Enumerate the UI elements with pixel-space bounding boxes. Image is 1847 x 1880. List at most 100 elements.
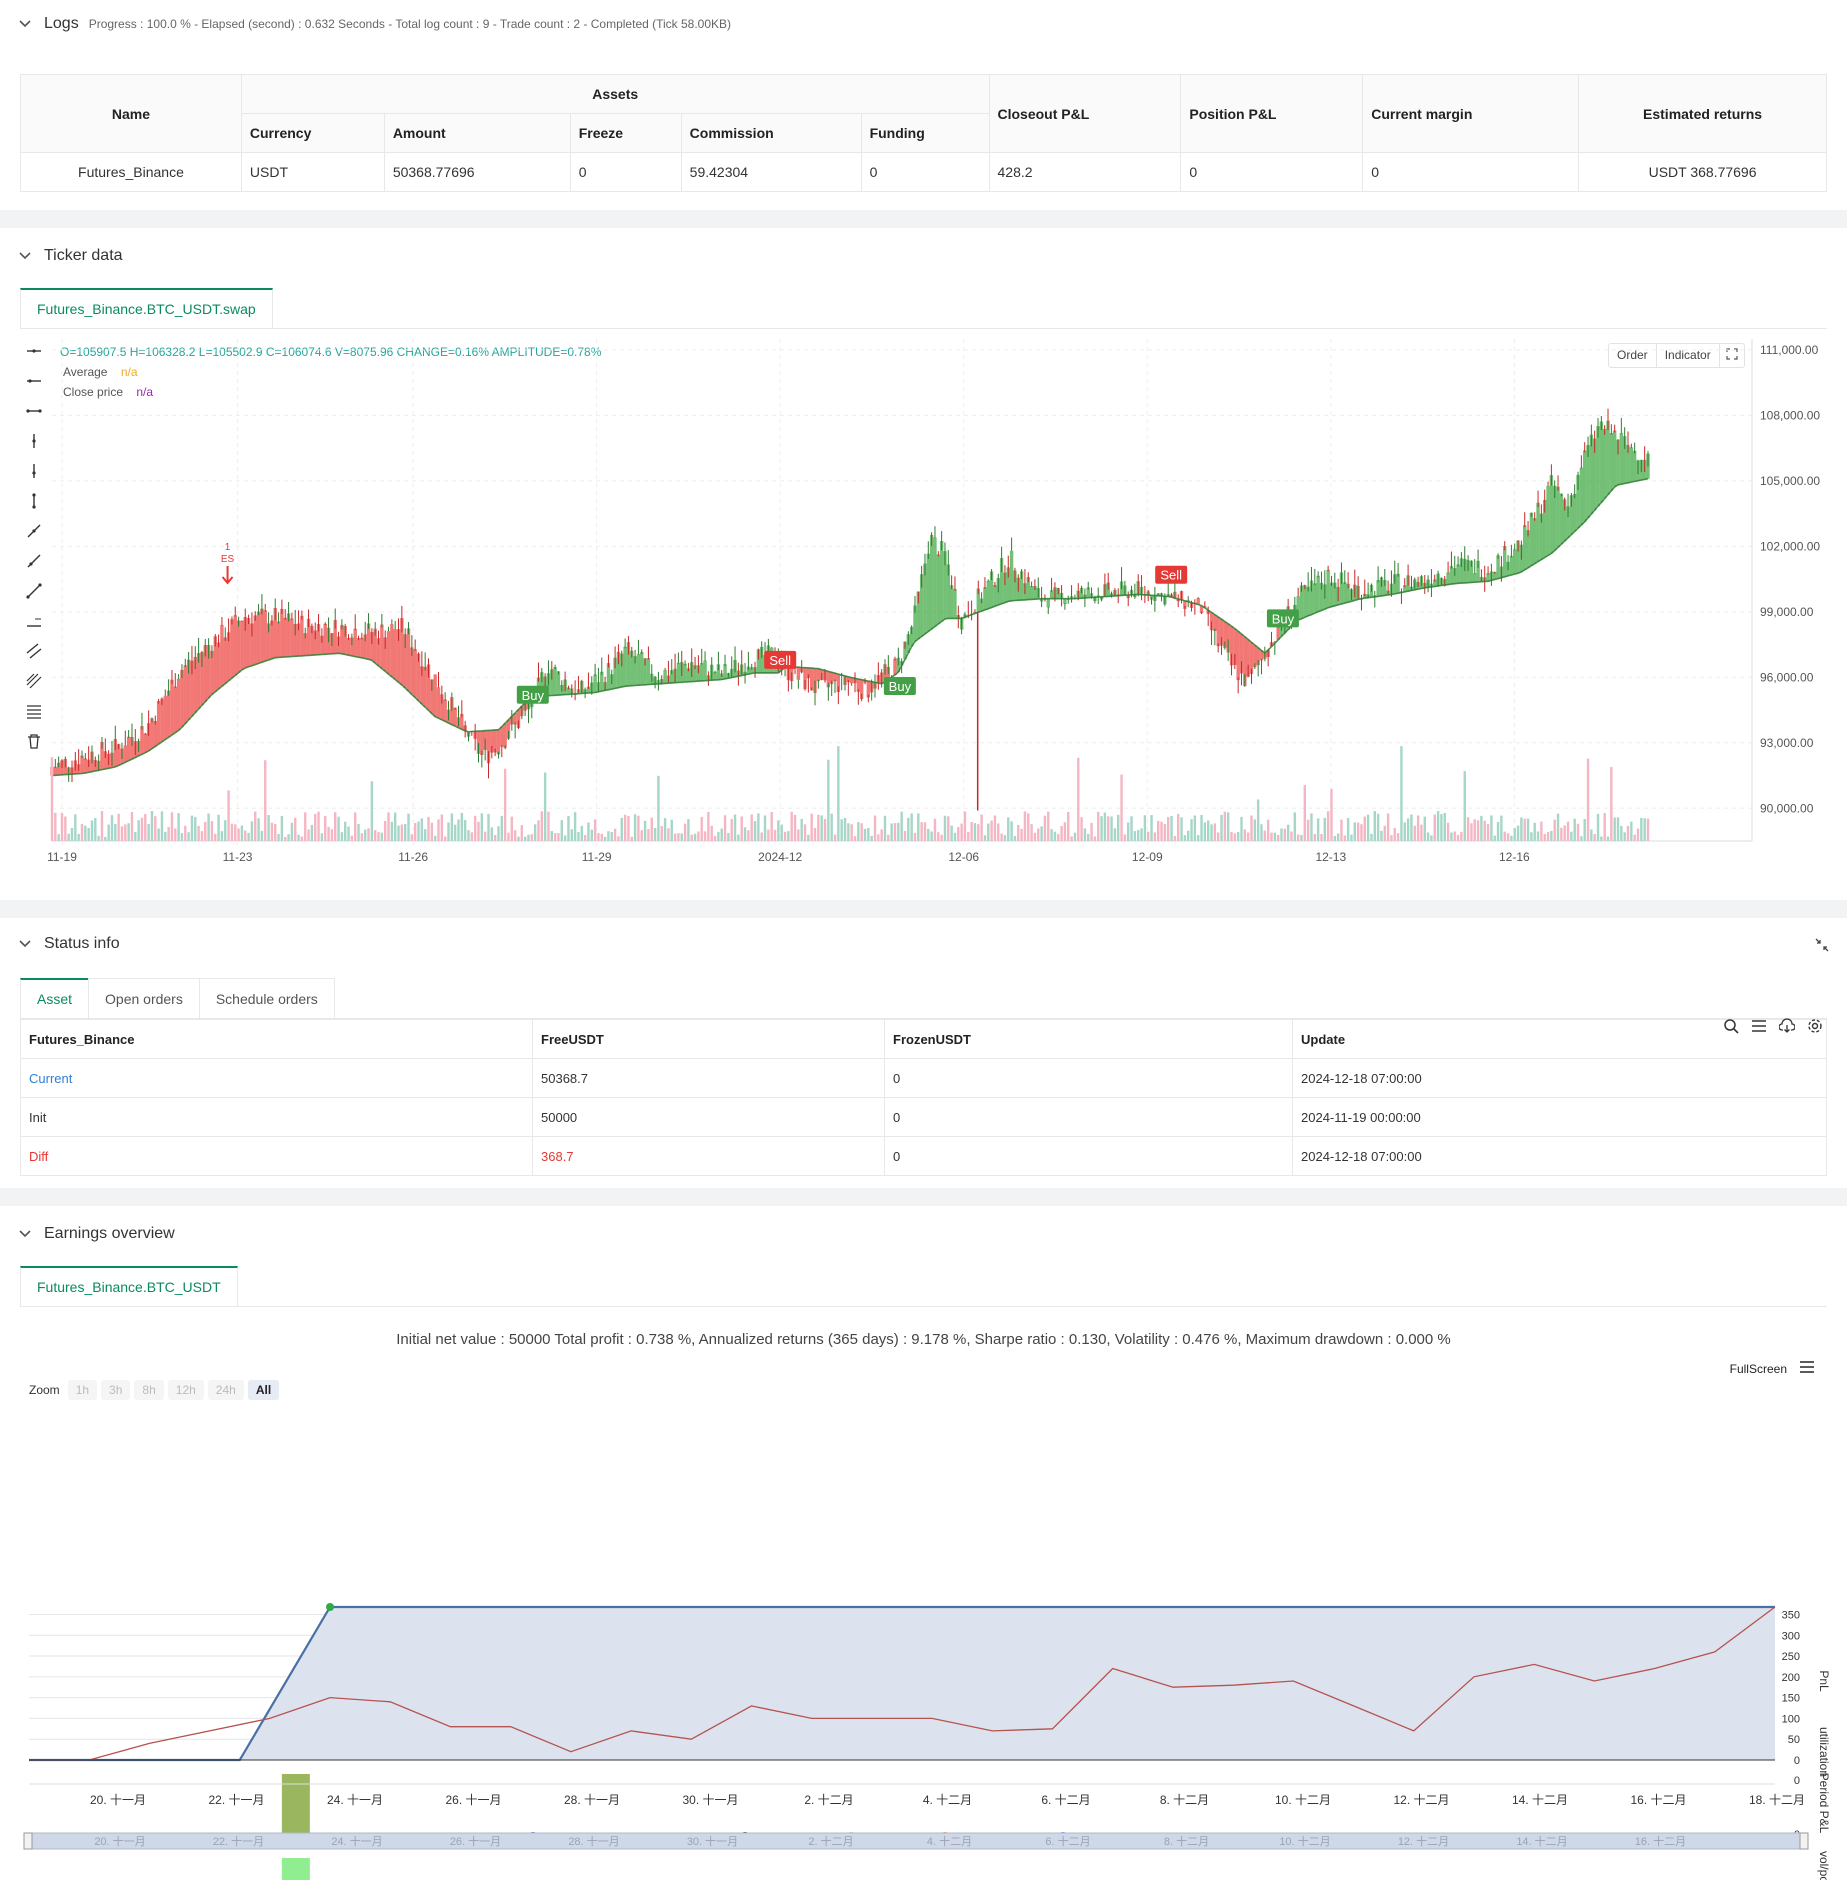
volume-bar	[1633, 834, 1636, 841]
volume-bar	[1566, 821, 1570, 841]
fullscreen-control[interactable]: FullScreen	[1730, 1360, 1815, 1377]
volume-bar	[1366, 814, 1370, 841]
tab-btc-usdt-swap[interactable]: Futures_Binance.BTC_USDT.swap	[20, 288, 273, 328]
volume-bar	[597, 833, 600, 841]
volume-bar	[757, 813, 760, 841]
chevron-down-icon[interactable]	[18, 17, 32, 31]
volume-bar	[1097, 811, 1100, 841]
ticker-section: Ticker data Futures_Binance.BTC_USDT.swa…	[0, 232, 1847, 900]
search-icon[interactable]	[1723, 1018, 1739, 1037]
volume-bar	[147, 824, 150, 841]
zoom-3h[interactable]: 3h	[101, 1380, 131, 1400]
cell-name: Futures_Binance	[20, 152, 242, 192]
volume-bar	[1073, 832, 1077, 841]
volume-bar	[1270, 832, 1273, 841]
volume-bar	[100, 811, 104, 841]
volume-bar	[923, 822, 927, 841]
fullscreen-button[interactable]: FullScreen	[1730, 1362, 1787, 1376]
volume-bar	[1576, 823, 1580, 841]
volume-bar	[750, 814, 753, 841]
zoom-all[interactable]: All	[247, 1380, 280, 1400]
volume-bar	[1586, 758, 1590, 841]
volume-bar	[570, 829, 573, 841]
ticker-header[interactable]: Ticker data	[0, 232, 1847, 280]
row-current-label[interactable]: Current	[20, 1058, 533, 1098]
volume-bar	[1563, 825, 1566, 841]
menu-icon[interactable]	[1799, 1360, 1815, 1377]
volume-bar	[1416, 815, 1420, 841]
zoom-label: Zoom	[29, 1383, 60, 1397]
list-icon[interactable]	[1751, 1018, 1767, 1037]
volume-bar	[1180, 817, 1183, 841]
volume-bar	[673, 833, 677, 841]
volume-bar	[1157, 820, 1160, 841]
volume-bar	[977, 824, 980, 841]
volume-bar	[1027, 813, 1030, 841]
col-returns: Estimated returns	[1578, 74, 1827, 153]
chevron-down-icon[interactable]	[18, 937, 32, 951]
volume-bar	[730, 818, 733, 841]
volume-bar	[687, 819, 690, 841]
x-tick-label: 11-23	[223, 850, 253, 864]
tab-open-orders[interactable]: Open orders	[88, 978, 200, 1018]
volume-bar	[853, 836, 857, 841]
zoom-12h[interactable]: 12h	[167, 1380, 204, 1400]
y-tick-label: 99,000.00	[1760, 605, 1814, 619]
volume-bar	[1103, 812, 1107, 841]
volume-bar	[850, 824, 853, 841]
volume-bar	[1167, 817, 1170, 841]
volume-bar	[797, 829, 800, 841]
volume-bar	[1306, 819, 1310, 841]
signal-text: Buy	[522, 688, 545, 703]
collapse-arrows-icon[interactable]	[1815, 938, 1829, 955]
volume-bar	[1426, 832, 1430, 841]
cloud-download-icon[interactable]	[1778, 1018, 1796, 1037]
zoom-1h[interactable]: 1h	[67, 1380, 98, 1400]
volume-bar	[900, 811, 903, 841]
volume-bar	[1513, 828, 1516, 841]
volume-bar	[1080, 817, 1083, 841]
chevron-down-icon[interactable]	[18, 1227, 32, 1241]
volume-bar	[787, 831, 790, 841]
volume-bar	[1440, 814, 1443, 841]
y-tick-label: 108,000.00	[1760, 408, 1820, 422]
volume-bar	[843, 818, 847, 841]
zoom-8h[interactable]: 8h	[134, 1380, 164, 1400]
volume-bar	[867, 827, 870, 841]
volume-bar	[337, 816, 340, 841]
status-header[interactable]: Status info	[0, 920, 1847, 968]
volume-bar	[963, 811, 967, 841]
volume-bar	[1130, 816, 1133, 841]
volume-bar	[543, 772, 547, 841]
volume-bar	[910, 813, 913, 841]
tab-btc-usdt[interactable]: Futures_Binance.BTC_USDT	[20, 1266, 238, 1306]
zoom-24h[interactable]: 24h	[207, 1380, 244, 1400]
volume-bar	[350, 835, 354, 841]
volume-bar	[567, 816, 570, 841]
volume-bar	[693, 833, 697, 841]
volume-bar	[240, 825, 244, 841]
gear-icon[interactable]	[1807, 1018, 1823, 1037]
volume-bar	[677, 833, 680, 841]
y-tick-label: 111,000.00	[1760, 343, 1819, 357]
volume-bar	[77, 833, 80, 841]
volume-bar	[1640, 817, 1643, 841]
y-tick-label: 200	[1782, 1672, 1800, 1684]
volume-bar	[980, 814, 983, 841]
volume-bar	[767, 829, 770, 841]
y-tick-label: 300	[1782, 1630, 1800, 1642]
volume-bar	[1593, 833, 1596, 841]
earnings-header[interactable]: Earnings overview	[0, 1210, 1847, 1258]
tab-asset[interactable]: Asset	[20, 978, 90, 1018]
tab-schedule-orders[interactable]: Schedule orders	[198, 978, 335, 1018]
volume-bar	[1320, 833, 1323, 841]
volume-bar	[1193, 815, 1197, 841]
candlestick-chart[interactable]: 111,000.00 108,000.00 105,000.00 102,000.00…	[0, 329, 1847, 889]
volume-bar	[460, 812, 464, 841]
chevron-down-icon[interactable]	[18, 249, 32, 263]
volume-bar	[1250, 815, 1253, 841]
volume-bar	[1500, 815, 1503, 841]
volume-bar	[1223, 811, 1227, 841]
logs-header[interactable]: Logs Progress : 100.0 % - Elapsed (secon…	[0, 0, 1847, 48]
volume-bar	[1420, 824, 1423, 841]
